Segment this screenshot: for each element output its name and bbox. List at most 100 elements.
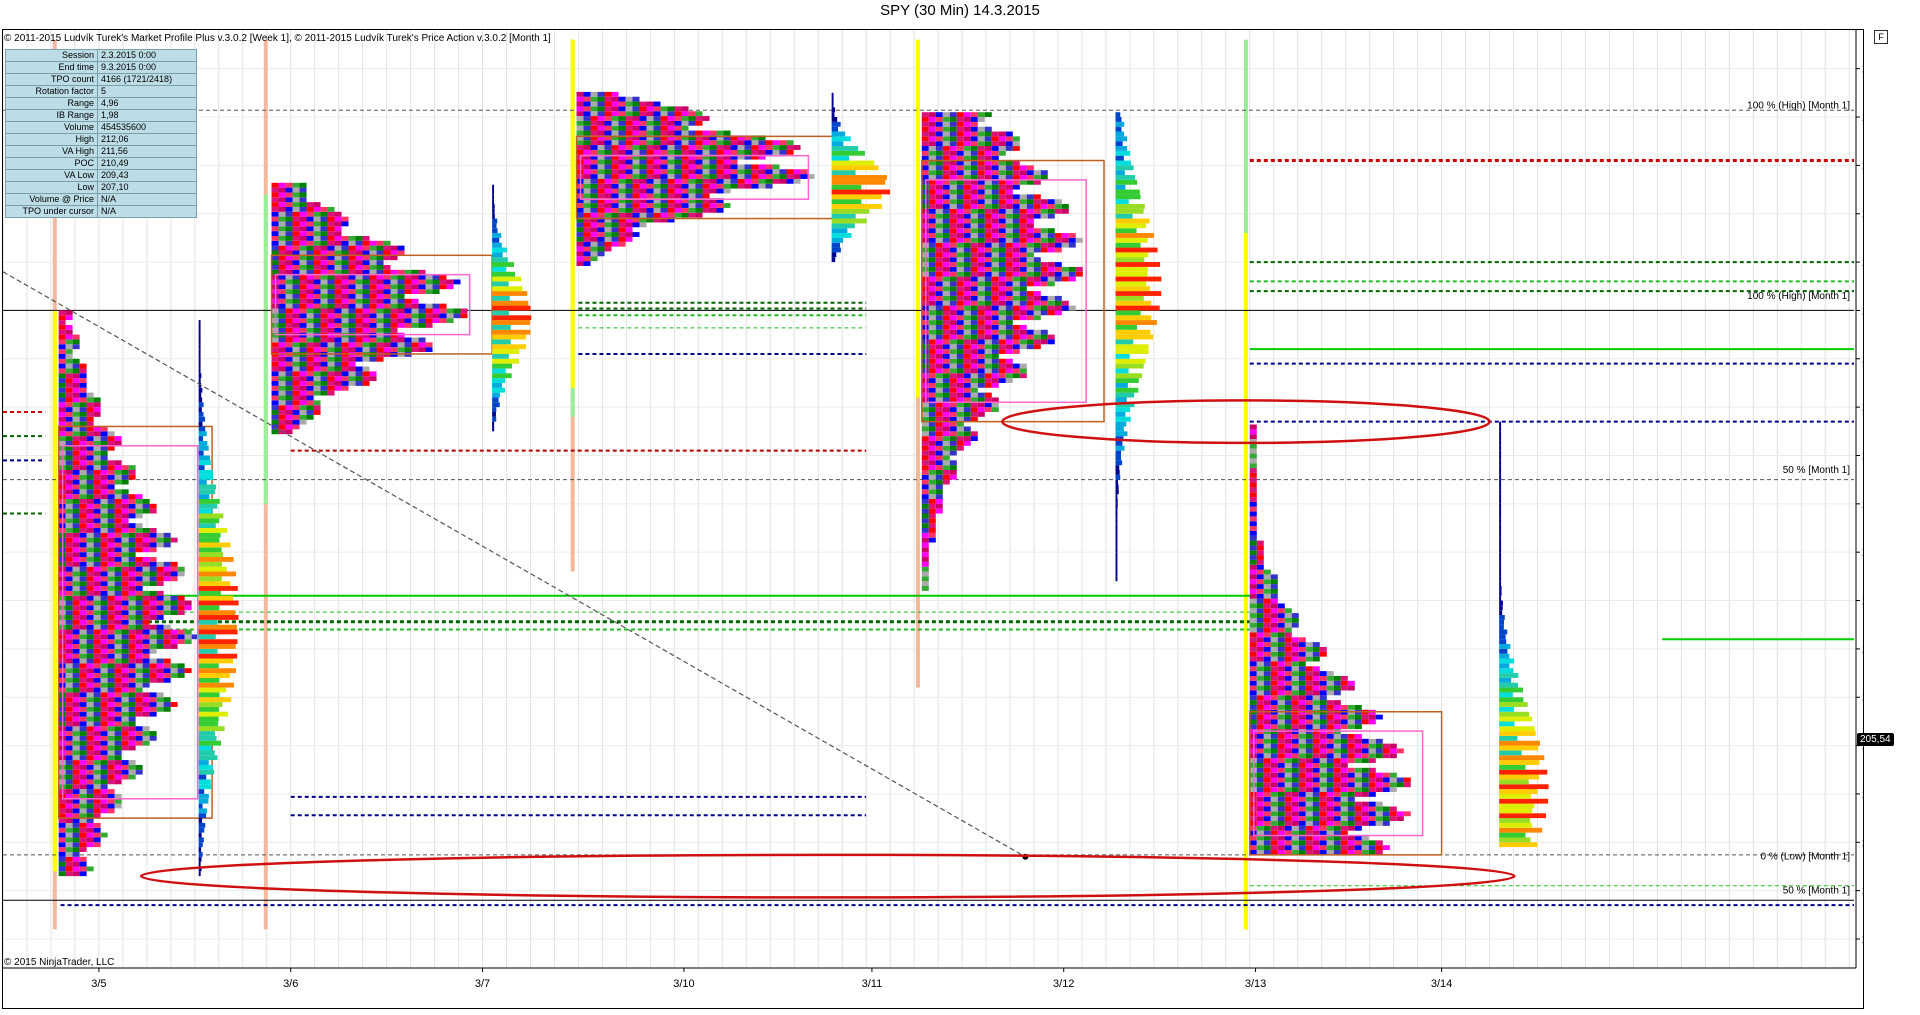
tpo-block <box>921 465 929 470</box>
tpo-block <box>590 178 598 184</box>
tpo-block <box>1284 767 1292 773</box>
tpo-block <box>397 279 405 285</box>
volume-bar <box>492 199 495 205</box>
tpo-block <box>1005 136 1013 142</box>
tpo-block <box>1298 690 1306 696</box>
tpo-block <box>1368 719 1376 725</box>
tpo-block <box>1012 141 1020 147</box>
tpo-block <box>100 639 108 645</box>
tpo-block <box>1005 344 1013 350</box>
tpo-block <box>86 663 94 669</box>
tpo-block <box>100 523 108 529</box>
tpo-block <box>446 284 454 290</box>
tpo-block <box>984 281 992 287</box>
tpo-block <box>935 445 943 451</box>
tpo-block <box>590 227 598 233</box>
tpo-block <box>942 252 950 258</box>
tpo-block <box>1382 811 1390 817</box>
tpo-block <box>1249 506 1257 512</box>
tpo-block <box>1019 373 1027 379</box>
tpo-block <box>590 149 598 155</box>
tpo-block <box>765 145 773 150</box>
tpo-block <box>949 358 957 364</box>
tpo-block <box>1256 666 1264 672</box>
tpo-block <box>128 692 136 698</box>
tpo-block <box>977 233 985 238</box>
tpo-block <box>1054 199 1062 205</box>
tpo-block <box>65 339 73 345</box>
tpo-block <box>963 117 971 122</box>
tpo-block <box>1277 772 1285 778</box>
tpo-block <box>453 279 461 285</box>
tpo-block <box>604 227 612 233</box>
tpo-block <box>991 252 999 258</box>
tpo-block <box>1291 767 1299 773</box>
tpo-block <box>984 320 992 325</box>
tpo-block <box>956 353 964 359</box>
tpo-block <box>977 310 985 316</box>
tpo-block <box>72 721 80 727</box>
tpo-block <box>327 323 335 328</box>
tpo-block <box>100 760 108 765</box>
tpo-block <box>998 262 1006 267</box>
tpo-block <box>369 323 377 328</box>
volume-bar <box>198 644 236 649</box>
tpo-block <box>674 159 682 165</box>
tpo-block <box>72 760 80 765</box>
tpo-block <box>1026 199 1034 205</box>
tpo-block <box>1305 821 1313 826</box>
volume-bar <box>198 624 237 630</box>
tpo-block <box>963 329 971 335</box>
tpo-block <box>107 431 115 437</box>
tpo-block <box>453 313 461 319</box>
tpo-block <box>1354 772 1362 778</box>
tpo-block <box>1019 247 1027 253</box>
tpo-block <box>935 363 943 369</box>
tpo-block <box>935 266 943 272</box>
tpo-block <box>320 303 328 309</box>
tpo-block <box>306 245 314 251</box>
tpo-block <box>376 298 384 304</box>
tpo-block <box>1005 271 1013 277</box>
volume-bar <box>1115 450 1122 456</box>
tpo-block <box>121 673 129 678</box>
tpo-block <box>1326 690 1334 696</box>
tpo-block <box>383 279 391 285</box>
tpo-block <box>58 842 66 848</box>
tpo-block <box>1263 622 1271 628</box>
tpo-block <box>1284 671 1292 676</box>
tpo-block <box>977 281 985 287</box>
tpo-block <box>1368 758 1376 763</box>
tpo-block <box>1354 714 1362 720</box>
tpo-block <box>107 523 115 529</box>
tpo-block <box>348 371 356 377</box>
price-chart[interactable]: 100 % (High) [Month 1]100 % (High) [Mont… <box>3 30 1863 1008</box>
tpo-block <box>86 750 94 756</box>
tpo-block <box>93 619 101 625</box>
tpo-block <box>1298 637 1306 643</box>
tpo-block <box>646 106 654 112</box>
tpo-block <box>1033 237 1041 243</box>
volume-bar <box>198 735 217 741</box>
tpo-block <box>1068 233 1076 238</box>
tpo-block <box>72 576 80 582</box>
tpo-block <box>942 281 950 287</box>
tpo-block <box>292 187 300 193</box>
tpo-block <box>1333 675 1341 681</box>
tpo-block <box>632 120 640 126</box>
tpo-block <box>327 376 335 382</box>
tpo-block <box>984 344 992 350</box>
tpo-block <box>1284 825 1292 831</box>
tpo-block <box>949 407 957 412</box>
tpo-block <box>163 576 171 582</box>
tpo-block <box>156 571 164 577</box>
tpo-block <box>928 242 936 248</box>
tpo-block <box>58 837 66 843</box>
tpo-block <box>921 518 929 524</box>
tpo-block <box>142 731 150 736</box>
tpo-block <box>1026 266 1034 272</box>
tpo-block <box>935 334 943 340</box>
tpo-block <box>737 183 745 189</box>
chart-frame[interactable]: 100 % (High) [Month 1] 100 % (High) [Mont… <box>2 29 1864 1009</box>
tpo-block <box>1326 671 1334 676</box>
